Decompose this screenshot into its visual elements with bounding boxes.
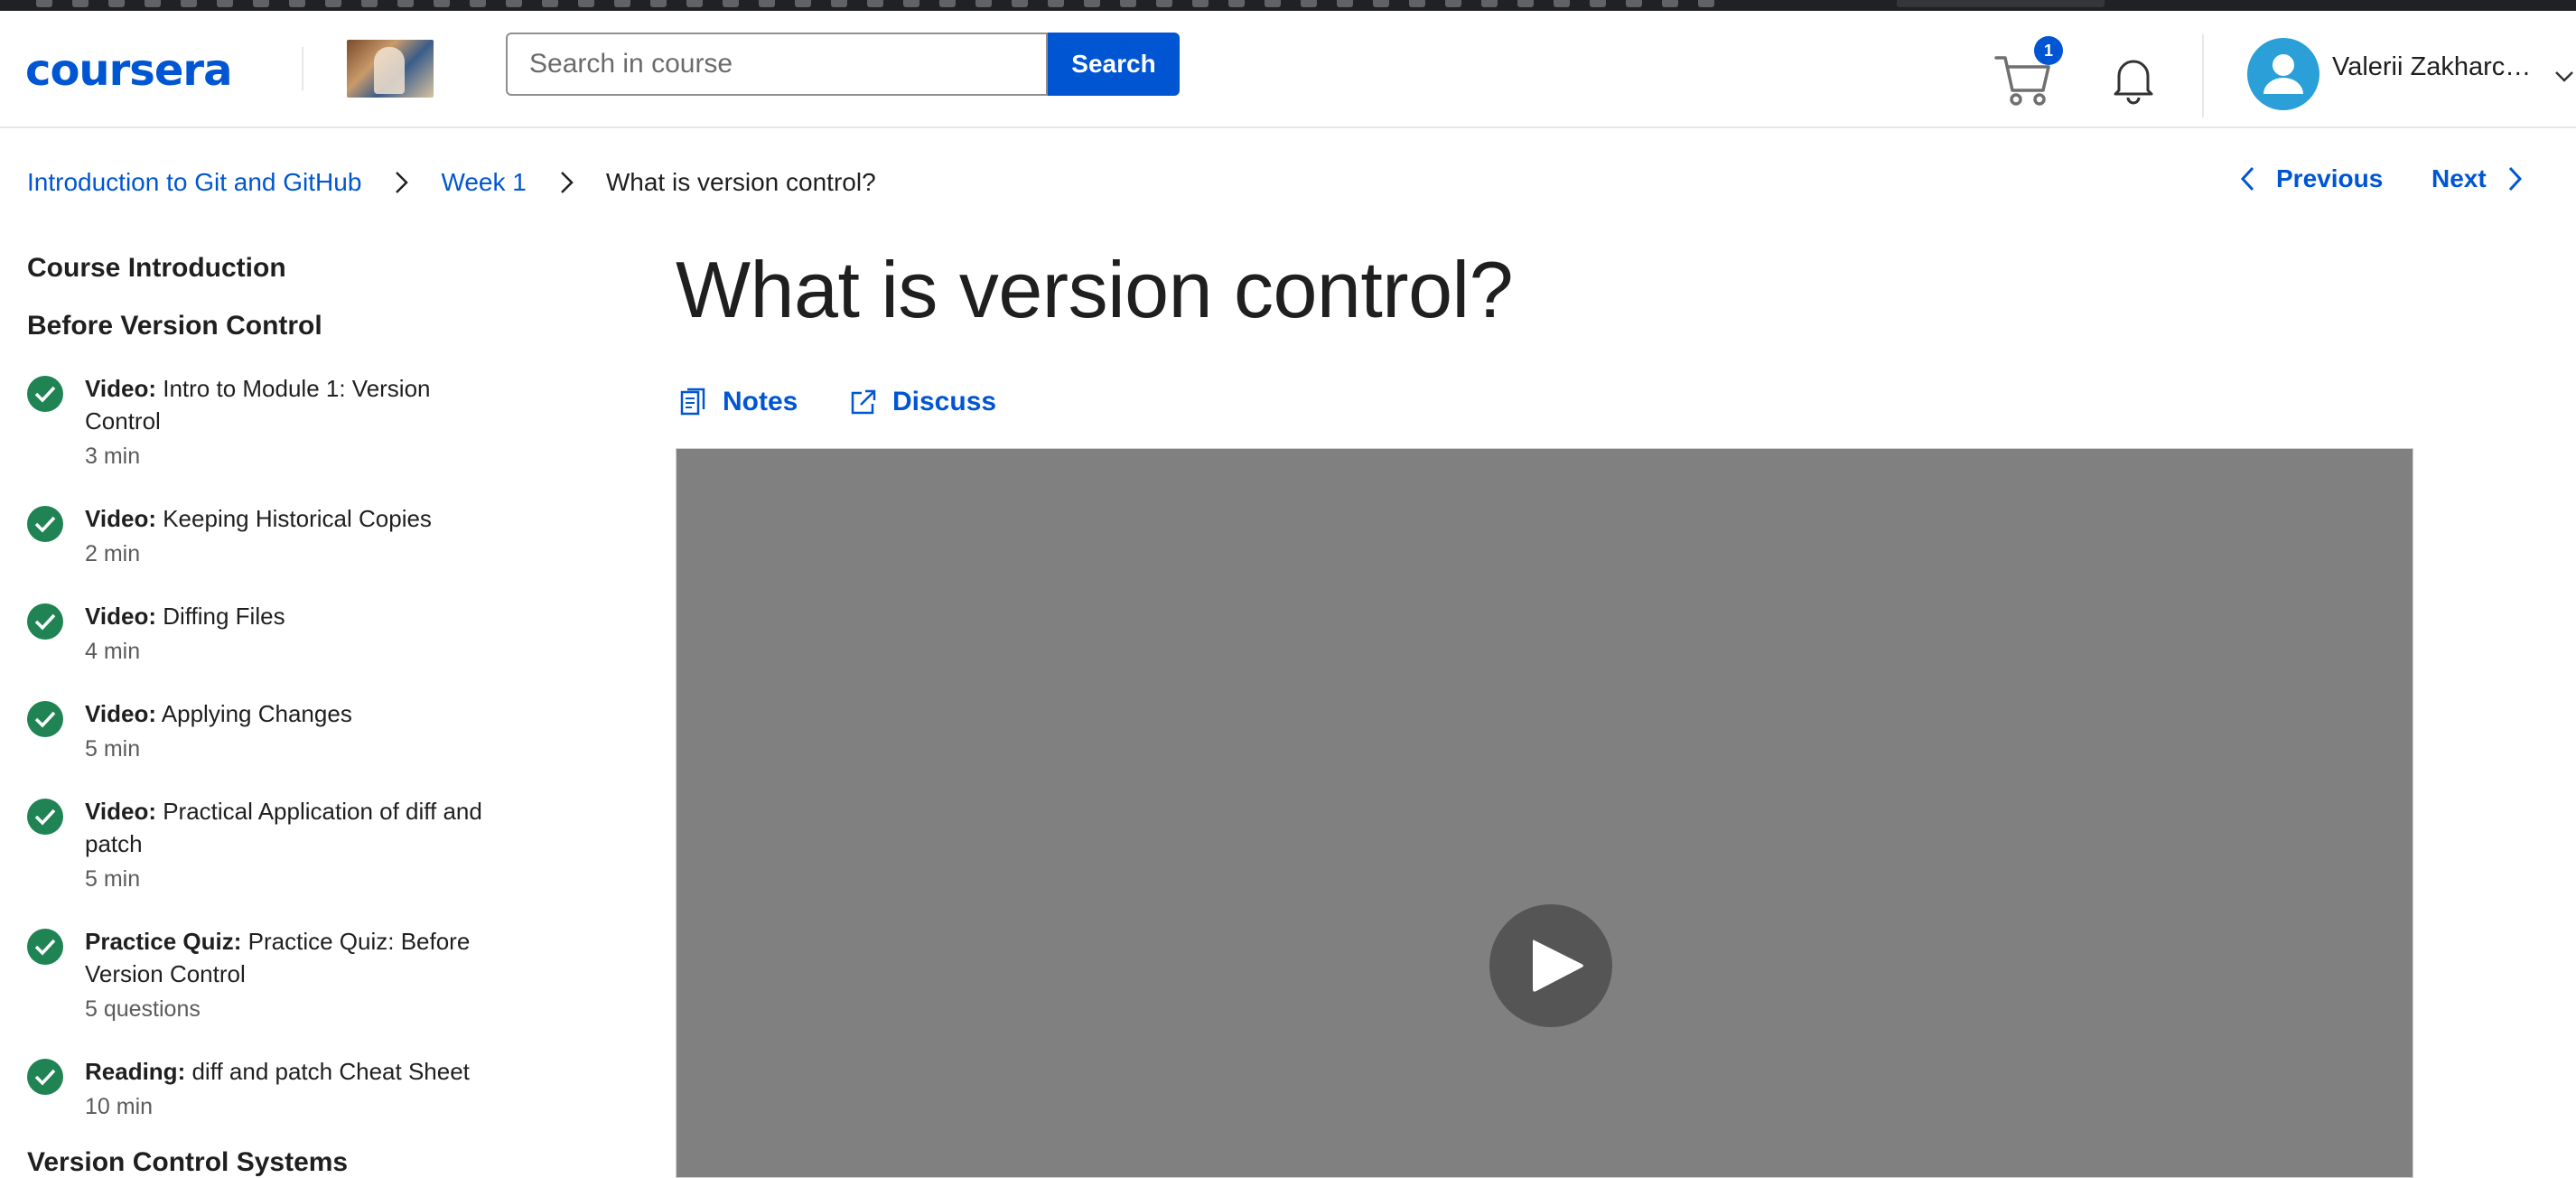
- section-course-introduction[interactable]: Course Introduction: [27, 253, 286, 284]
- completed-check-icon: [27, 506, 63, 542]
- item-duration: 3 min: [85, 444, 141, 469]
- item-question-count: 5 questions: [85, 996, 201, 1022]
- item-kind: Video:: [85, 798, 156, 825]
- cart-count-badge: 1: [2034, 36, 2063, 65]
- bell-icon[interactable]: [2106, 52, 2161, 107]
- coursera-logo[interactable]: coursera: [25, 45, 232, 96]
- chevron-down-icon[interactable]: [2554, 70, 2574, 83]
- breadcrumb-current: What is version control?: [605, 168, 876, 196]
- page-title: What is version control?: [676, 245, 1514, 334]
- item-duration: 4 min: [85, 639, 141, 664]
- notes-icon: [680, 388, 705, 416]
- header-divider: [2202, 34, 2204, 117]
- chevron-right-icon: [560, 172, 574, 193]
- item-kind: Video:: [85, 375, 156, 402]
- item-kind: Video:: [85, 603, 156, 630]
- completed-check-icon: [27, 701, 63, 737]
- next-button[interactable]: Next: [2431, 164, 2526, 193]
- completed-check-icon: [27, 603, 63, 640]
- play-button[interactable]: [1489, 904, 1612, 1027]
- item-title: diff and patch Cheat Sheet: [191, 1058, 470, 1085]
- search-input[interactable]: [506, 33, 1048, 96]
- video-player[interactable]: [676, 448, 2413, 1178]
- section-version-control-systems[interactable]: Version Control Systems: [27, 1147, 348, 1178]
- item-title: Keeping Historical Copies: [163, 505, 432, 532]
- item-kind: Video:: [85, 505, 156, 532]
- previous-label: Previous: [2276, 164, 2384, 192]
- chevron-left-icon: [2240, 166, 2254, 192]
- header-divider: [302, 47, 303, 90]
- completed-check-icon: [27, 1059, 63, 1095]
- section-before-version-control[interactable]: Before Version Control: [27, 311, 322, 341]
- item-kind: Practice Quiz:: [85, 928, 242, 955]
- completed-check-icon: [27, 799, 63, 835]
- breadcrumb-course-link[interactable]: Introduction to Git and GitHub: [27, 168, 361, 197]
- chevron-right-icon: [396, 172, 409, 193]
- breadcrumb-week-link[interactable]: Week 1: [441, 168, 526, 197]
- next-label: Next: [2431, 164, 2487, 192]
- discuss-label: Discuss: [892, 387, 997, 416]
- item-duration: 10 min: [85, 1094, 154, 1119]
- external-link-icon: [851, 389, 876, 415]
- course-thumbnail[interactable]: [347, 40, 434, 98]
- chevron-right-icon: [2508, 166, 2522, 192]
- item-duration: 2 min: [85, 541, 141, 566]
- item-title: Diffing Files: [163, 603, 285, 630]
- play-icon: [1533, 940, 1583, 992]
- breadcrumb: Introduction to Git and GitHub Week 1 Wh…: [27, 164, 876, 201]
- search-button[interactable]: Search: [1048, 33, 1180, 96]
- previous-button[interactable]: Previous: [2236, 164, 2383, 193]
- item-duration: 5 min: [85, 736, 141, 762]
- item-kind: Video:: [85, 700, 156, 727]
- notes-label: Notes: [723, 387, 798, 416]
- notes-button[interactable]: Notes: [679, 387, 798, 417]
- user-name[interactable]: Valerii Zakharche...: [2332, 52, 2540, 82]
- browser-tab-strip: [0, 0, 2576, 11]
- user-avatar[interactable]: [2247, 38, 2319, 110]
- item-title: Applying Changes: [161, 700, 352, 727]
- completed-check-icon: [27, 929, 63, 965]
- discuss-button[interactable]: Discuss: [849, 387, 996, 417]
- completed-check-icon: [27, 376, 63, 412]
- site-header: coursera Search 1 Valerii Zakharche...: [0, 11, 2576, 128]
- item-kind: Reading:: [85, 1058, 186, 1085]
- item-duration: 5 min: [85, 866, 141, 892]
